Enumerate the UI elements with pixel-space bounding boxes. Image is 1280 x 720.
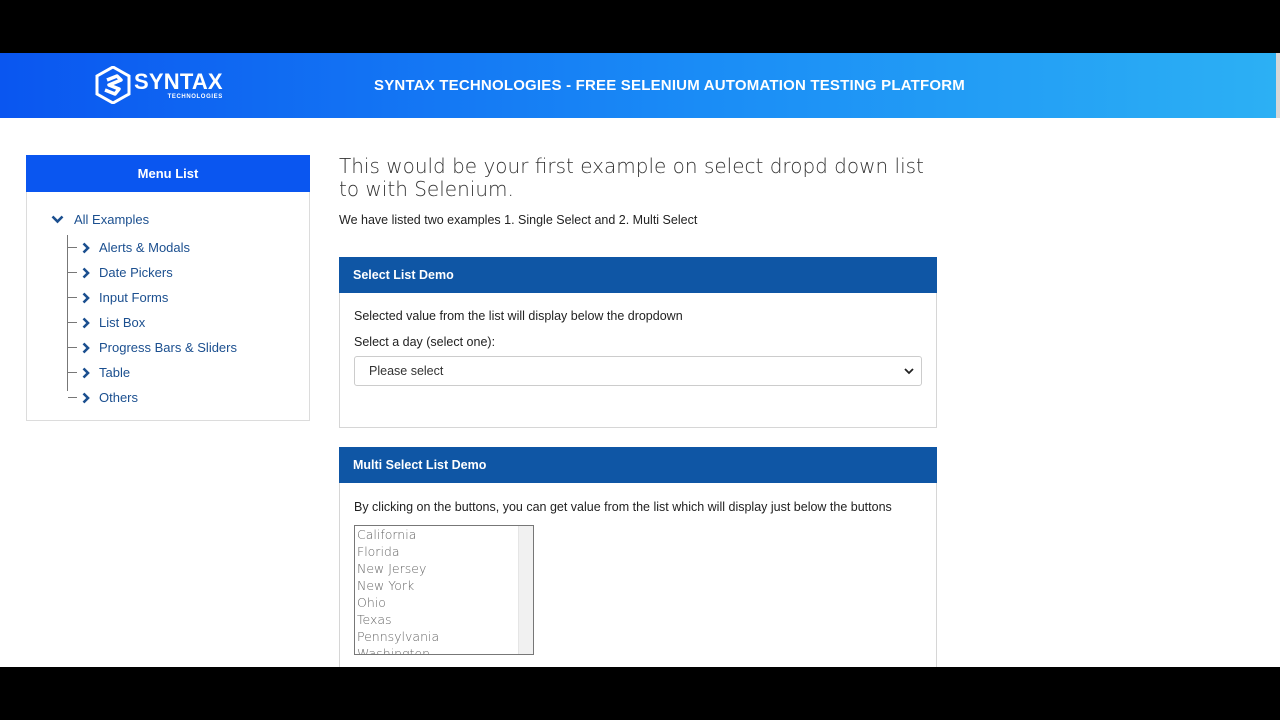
- list-option[interactable]: Texas: [355, 611, 533, 628]
- page-title: This would be your first example on sele…: [339, 154, 924, 201]
- menu-item-label: List Box: [99, 315, 146, 330]
- chevron-right-icon: [82, 392, 90, 404]
- menu-item-label: Date Pickers: [99, 265, 173, 280]
- main-content: This would be your first example on sele…: [339, 154, 939, 667]
- menu-item-table[interactable]: Table: [68, 360, 349, 385]
- select-list-demo-panel: Select List Demo Selected value from the…: [339, 257, 937, 428]
- logo-subtext: TECHNOLOGIES: [167, 93, 223, 100]
- site-header: SYNTAX TECHNOLOGIES SYNTAX TECHNOLOGIES …: [0, 53, 1280, 118]
- chevron-right-icon: [82, 242, 90, 254]
- list-option[interactable]: California: [355, 526, 533, 543]
- menu-item-input-forms[interactable]: Input Forms: [68, 285, 349, 310]
- menu-item-list-box[interactable]: List Box: [68, 310, 349, 335]
- chevron-right-icon: [82, 367, 90, 379]
- menu-item-alerts-modals[interactable]: Alerts & Modals: [68, 235, 349, 260]
- menu-item-label: Alerts & Modals: [99, 240, 191, 255]
- list-option[interactable]: Ohio: [355, 594, 533, 611]
- syntax-hexagon-icon: [95, 66, 131, 104]
- multi-select-list-demo-panel: Multi Select List Demo By clicking on th…: [339, 447, 937, 667]
- multi-demo-description: By clicking on the buttons, you can get …: [354, 500, 892, 514]
- list-option[interactable]: Washington: [355, 645, 533, 654]
- browser-viewport: SYNTAX TECHNOLOGIES SYNTAX TECHNOLOGIES …: [0, 53, 1280, 667]
- header-title: SYNTAX TECHNOLOGIES - FREE SELENIUM AUTO…: [374, 77, 965, 94]
- tree-root-all-examples[interactable]: All Examples: [51, 210, 333, 228]
- menu-item-others[interactable]: Others: [68, 385, 349, 410]
- syntax-logo[interactable]: SYNTAX TECHNOLOGIES: [95, 66, 223, 104]
- page-subtitle: We have listed two examples 1. Single Se…: [339, 213, 698, 227]
- menu-item-label: Others: [99, 390, 139, 405]
- listbox-scrollbar[interactable]: [518, 526, 533, 654]
- tree-root-label: All Examples: [74, 211, 150, 227]
- list-option[interactable]: New Jersey: [355, 560, 533, 577]
- day-select-value: Please select: [369, 364, 444, 378]
- day-select-dropdown[interactable]: Please select: [354, 356, 922, 386]
- states-multi-select-listbox[interactable]: California Florida New Jersey New York O…: [354, 525, 534, 655]
- menu-item-label: Input Forms: [99, 290, 169, 305]
- chevron-right-icon: [82, 342, 90, 354]
- chevron-right-icon: [82, 292, 90, 304]
- list-option[interactable]: Florida: [355, 543, 533, 560]
- multi-select-list-demo-header: Multi Select List Demo: [339, 447, 937, 483]
- menu-item-progress-bars-sliders[interactable]: Progress Bars & Sliders: [68, 335, 349, 360]
- menu-item-label: Table: [99, 365, 131, 380]
- logo-wordmark: SYNTAX: [134, 68, 223, 94]
- menu-list-card: Menu List All Examples Alerts & Modals D…: [26, 155, 310, 421]
- menu-item-date-pickers[interactable]: Date Pickers: [68, 260, 349, 285]
- menu-item-label: Progress Bars & Sliders: [99, 340, 237, 355]
- select-day-label: Select a day (select one):: [354, 335, 496, 349]
- menu-tree: All Examples Alerts & Modals Date Picker…: [27, 192, 309, 405]
- menu-list-title: Menu List: [26, 155, 310, 192]
- select-list-demo-header: Select List Demo: [339, 257, 937, 293]
- chevron-right-icon: [82, 267, 90, 279]
- chevron-down-icon: [904, 364, 914, 378]
- chevron-right-icon: [82, 317, 90, 329]
- chevron-down-icon: [51, 215, 65, 224]
- list-option[interactable]: New York: [355, 577, 533, 594]
- list-option[interactable]: Pennsylvania: [355, 628, 533, 645]
- tree-items: Alerts & Modals Date Pickers Input Forms…: [67, 235, 349, 405]
- select-demo-description: Selected value from the list will displa…: [354, 309, 683, 323]
